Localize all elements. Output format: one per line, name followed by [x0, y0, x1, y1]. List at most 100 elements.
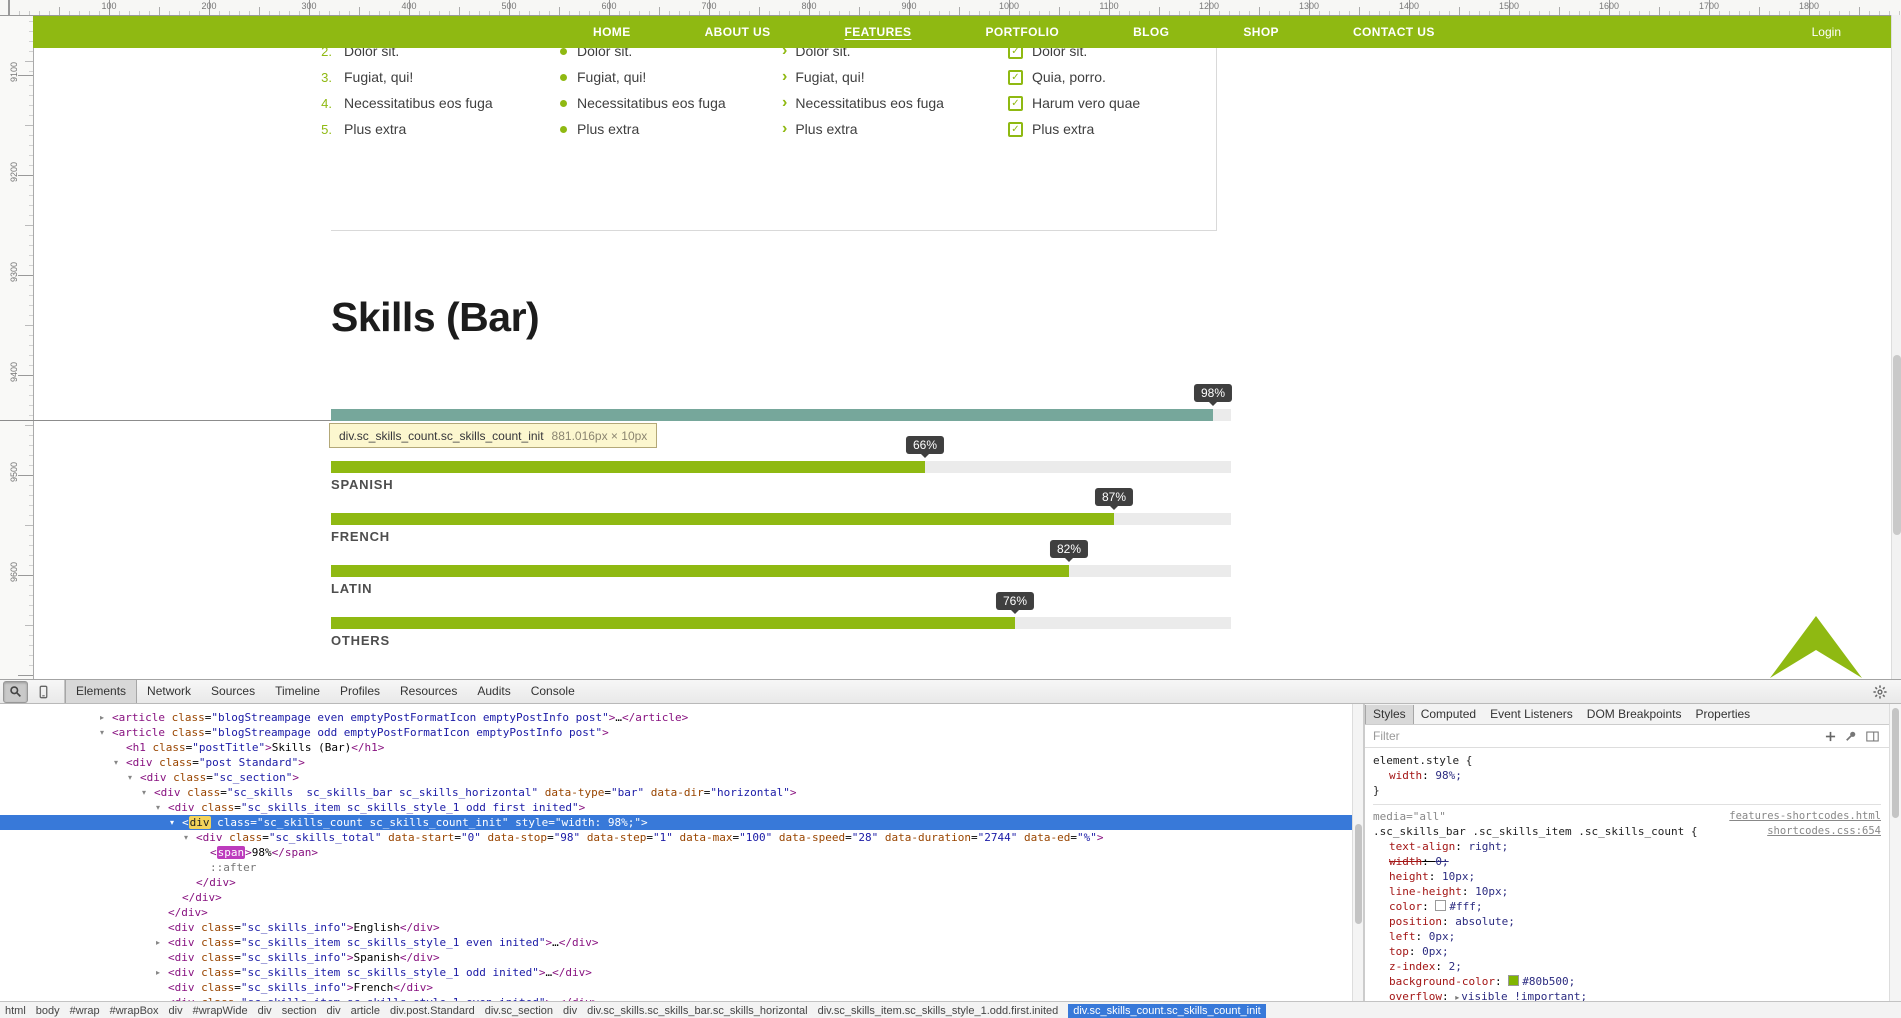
nav-item-features[interactable]: FEATURES — [844, 25, 911, 39]
tree-collapse-arrow-icon[interactable]: ▾ — [156, 800, 168, 815]
dom-tree-row[interactable]: ▾<div class="sc_skills_total" data-start… — [0, 830, 1352, 845]
dom-tree-row[interactable]: <span>98%</span> — [0, 845, 1352, 860]
devtools-tab-timeline[interactable]: Timeline — [265, 680, 330, 703]
dom-tree-row[interactable]: </div> — [0, 905, 1352, 920]
breadcrumb-item[interactable]: #wrap — [70, 1005, 100, 1017]
nav-item-blog[interactable]: BLOG — [1133, 25, 1169, 39]
css-property[interactable]: left: 0px; — [1373, 929, 1881, 944]
css-property[interactable]: width: 98%; — [1373, 768, 1881, 783]
dom-tree-row[interactable]: <div class="sc_skills_info">English</div… — [0, 920, 1352, 935]
tree-collapse-arrow-icon[interactable]: ▾ — [184, 830, 196, 845]
sidebar-tab-styles[interactable]: Styles — [1365, 705, 1414, 724]
breadcrumb-item[interactable]: div — [327, 1005, 341, 1017]
nav-item-shop[interactable]: SHOP — [1243, 25, 1279, 39]
breadcrumb-item[interactable]: div.post.Standard — [390, 1005, 475, 1017]
scroll-to-top-button[interactable] — [1770, 616, 1862, 678]
devtools-tab-console[interactable]: Console — [521, 680, 585, 703]
device-mode-button[interactable] — [31, 681, 56, 703]
dom-tree-row[interactable]: ▾<div class="sc_skills_item sc_skills_st… — [0, 800, 1352, 815]
dom-tree-row[interactable]: ▾<div class="sc_skills_count sc_skills_c… — [0, 815, 1352, 830]
breadcrumb-item[interactable]: body — [36, 1005, 60, 1017]
nav-item-home[interactable]: HOME — [593, 25, 631, 39]
breadcrumb-item[interactable]: div.sc_section — [485, 1005, 553, 1017]
dom-tree-row[interactable]: ▾<div class="sc_section"> — [0, 770, 1352, 785]
dom-tree-row[interactable]: ▸<div class="sc_skills_item sc_skills_st… — [0, 935, 1352, 950]
css-colon: : — [1435, 960, 1448, 973]
devtools-tab-sources[interactable]: Sources — [201, 680, 265, 703]
breadcrumb-item[interactable]: #wrapBox — [110, 1005, 159, 1017]
tree-collapse-arrow-icon[interactable]: ▾ — [170, 815, 182, 830]
tree-collapse-arrow-icon[interactable]: ▾ — [142, 785, 154, 800]
breadcrumb-item[interactable]: article — [351, 1005, 380, 1017]
css-property[interactable]: background-color: #80b500; — [1373, 974, 1881, 989]
breadcrumb-item[interactable]: div.sc_skills_count.sc_skills_count_init — [1068, 1004, 1266, 1018]
css-property[interactable]: top: 0px; — [1373, 944, 1881, 959]
skill-bar-fill — [331, 461, 925, 473]
dom-tree-row[interactable]: ▾<div class="sc_skills sc_skills_bar sc_… — [0, 785, 1352, 800]
settings-button[interactable] — [1873, 685, 1887, 699]
dom-token: > — [602, 726, 609, 739]
dom-tree-row[interactable]: <h1 class="postTitle">Skills (Bar)</h1> — [0, 740, 1352, 755]
breadcrumb-item[interactable]: div — [258, 1005, 272, 1017]
devtools-tab-profiles[interactable]: Profiles — [330, 680, 390, 703]
styles-scrollbar-thumb[interactable] — [1892, 708, 1899, 818]
tree-expand-arrow-icon[interactable]: ▸ — [100, 710, 112, 725]
devtools-tab-network[interactable]: Network — [137, 680, 201, 703]
page-scrollbar[interactable] — [1891, 15, 1901, 679]
breadcrumb-item[interactable]: #wrapWide — [193, 1005, 248, 1017]
sidebar-tab-properties[interactable]: Properties — [1688, 705, 1757, 724]
breadcrumb-item[interactable]: div.sc_skills_item.sc_skills_style_1.odd… — [818, 1005, 1059, 1017]
dom-tree-row[interactable]: ▸<div class="sc_skills_item sc_skills_st… — [0, 965, 1352, 980]
shorthand-expand-arrow-icon[interactable]: ▸ — [1455, 993, 1459, 1001]
css-property[interactable]: height: 10px; — [1373, 869, 1881, 884]
breadcrumb-item[interactable]: html — [5, 1005, 26, 1017]
dom-tree-row[interactable]: </div> — [0, 875, 1352, 890]
css-property[interactable]: width: 0; — [1373, 854, 1881, 869]
dom-tree-row[interactable]: </div> — [0, 890, 1352, 905]
dom-tree-row[interactable]: ▾<div class="post Standard"> — [0, 755, 1352, 770]
styles-filter-input[interactable] — [1371, 728, 1575, 744]
tree-collapse-arrow-icon[interactable]: ▾ — [128, 770, 140, 785]
devtools-tab-audits[interactable]: Audits — [467, 680, 520, 703]
breadcrumb-item[interactable]: section — [282, 1005, 317, 1017]
page-scrollbar-thumb[interactable] — [1893, 355, 1901, 535]
css-property[interactable]: position: absolute; — [1373, 914, 1881, 929]
css-property[interactable]: color: #fff; — [1373, 899, 1881, 914]
tree-expand-arrow-icon[interactable]: ▸ — [156, 965, 168, 980]
dom-tree-scrollbar[interactable] — [1352, 704, 1364, 1001]
inspect-element-button[interactable] — [3, 681, 28, 703]
dom-tree-row[interactable]: ▾<article class="blogStreampage odd empt… — [0, 725, 1352, 740]
stylesheet-link[interactable]: shortcodes.css:654 — [1767, 824, 1881, 839]
sidebar-tab-event-listeners[interactable]: Event Listeners — [1483, 705, 1580, 724]
css-property[interactable]: z-index: 2; — [1373, 959, 1881, 974]
panel-layout-icon[interactable] — [1866, 731, 1879, 742]
login-button[interactable]: Login — [1812, 15, 1841, 48]
nav-item-portfolio[interactable]: PORTFOLIO — [985, 25, 1059, 39]
tree-collapse-arrow-icon[interactable]: ▾ — [100, 725, 112, 740]
breadcrumb-item[interactable]: div.sc_skills.sc_skills_bar.sc_skills_ho… — [587, 1005, 807, 1017]
css-property[interactable]: overflow: ▸visible !important; — [1373, 989, 1881, 1001]
css-property[interactable]: text-align: right; — [1373, 839, 1881, 854]
sidebar-tab-computed[interactable]: Computed — [1414, 705, 1483, 724]
dom-tree-row[interactable]: <div class="sc_skills_info">Spanish</div… — [0, 950, 1352, 965]
devtools-tab-elements[interactable]: Elements — [65, 680, 137, 703]
dom-tree-scrollbar-thumb[interactable] — [1355, 824, 1362, 924]
devtools-tab-resources[interactable]: Resources — [390, 680, 467, 703]
stylesheet-link[interactable]: features-shortcodes.html — [1729, 809, 1881, 824]
dom-tree-row[interactable]: ::after — [0, 860, 1352, 875]
element-state-pin-icon[interactable] — [1845, 730, 1857, 742]
styles-scrollbar[interactable] — [1889, 704, 1901, 1001]
breadcrumb-item[interactable]: div — [169, 1005, 183, 1017]
add-rule-icon[interactable] — [1825, 731, 1836, 742]
css-property[interactable]: line-height: 10px; — [1373, 884, 1881, 899]
tree-collapse-arrow-icon[interactable]: ▾ — [114, 755, 126, 770]
dom-tree-row[interactable]: ▸<article class="blogStreampage even emp… — [0, 710, 1352, 725]
nav-item-about-us[interactable]: ABOUT US — [705, 25, 771, 39]
sidebar-tab-dom-breakpoints[interactable]: DOM Breakpoints — [1580, 705, 1689, 724]
dom-token: = — [454, 831, 461, 844]
breadcrumb-item[interactable]: div — [563, 1005, 577, 1017]
dom-tree-row[interactable]: <div class="sc_skills_info">French</div> — [0, 980, 1352, 995]
tree-indent-spacer — [156, 920, 168, 935]
nav-item-contact-us[interactable]: CONTACT US — [1353, 25, 1435, 39]
tree-expand-arrow-icon[interactable]: ▸ — [156, 935, 168, 950]
